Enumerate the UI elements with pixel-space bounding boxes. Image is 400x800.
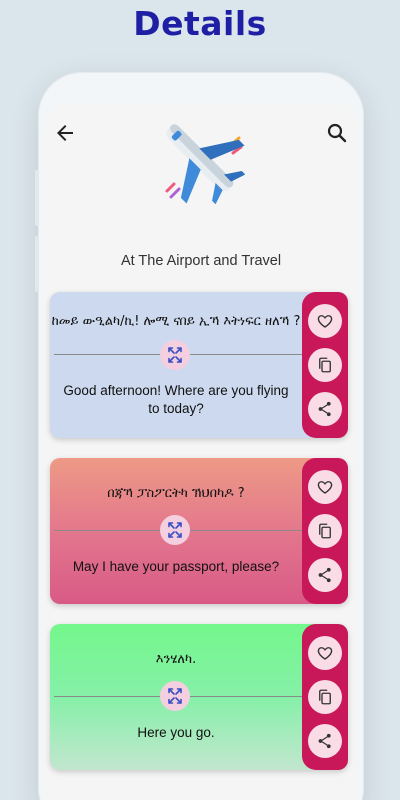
phrase-card: እንሄለካ. Here you go.: [50, 624, 348, 770]
swap-button[interactable]: [160, 515, 190, 545]
native-phrase: ከመይ ውዒልካ/ኪ! ሎሚ ናበይ ኢኻ እትነፍር ዘለኻ ?: [51, 314, 301, 329]
card-actions: [302, 624, 348, 770]
native-phrase: እንሄለካ.: [155, 652, 197, 667]
phrase-card-body: ከመይ ውዒልካ/ኪ! ሎሚ ናበይ ኢኻ እትነፍር ዘለኻ ? Good a…: [50, 292, 302, 438]
heart-icon: [317, 481, 333, 494]
copy-icon: [319, 689, 331, 705]
phrase-card: በጃኻ ፓስፖርትካ ኽህበካዶ ? May I have your passp…: [50, 458, 348, 604]
share-icon: [318, 733, 331, 749]
favorite-button[interactable]: [308, 470, 342, 504]
back-button[interactable]: [53, 121, 77, 145]
arrow-left-icon: [57, 125, 73, 141]
swap-button[interactable]: [160, 340, 190, 370]
swap-icon: [168, 688, 182, 704]
share-button[interactable]: [308, 558, 342, 592]
english-phrase: Here you go.: [137, 725, 215, 740]
search-icon: [327, 123, 347, 143]
search-button[interactable]: [325, 121, 349, 145]
copy-button[interactable]: [308, 514, 342, 548]
copy-button[interactable]: [308, 348, 342, 382]
english-phrase: May I have your passport, please?: [72, 559, 280, 574]
card-actions: [302, 292, 348, 438]
share-icon: [318, 567, 331, 583]
share-icon: [318, 401, 331, 417]
airplane-icon: [155, 111, 246, 206]
swap-icon: [168, 347, 182, 363]
phone-side-button: [35, 236, 39, 292]
phrase-card-body: በጃኻ ፓስፖርትካ ኽህበካዶ ? May I have your passp…: [50, 458, 302, 604]
phrase-card-body: እንሄለካ. Here you go.: [50, 624, 302, 770]
copy-icon: [319, 357, 331, 373]
favorite-button[interactable]: [308, 304, 342, 338]
page-title: Details: [133, 4, 267, 43]
heart-icon: [317, 315, 333, 328]
share-button[interactable]: [308, 724, 342, 758]
card-actions: [302, 458, 348, 604]
copy-button[interactable]: [308, 680, 342, 714]
swap-button[interactable]: [160, 681, 190, 711]
heart-icon: [317, 647, 333, 660]
native-phrase: በጃኻ ፓስፖርትካ ኽህበካዶ ?: [107, 486, 245, 501]
app-screen: At The Airport and Travel ከመይ ውዒልካ/ኪ! ሎሚ…: [45, 103, 357, 800]
category-title: At The Airport and Travel: [120, 253, 282, 269]
share-button[interactable]: [308, 392, 342, 426]
english-phrase: Good afternoon! Where are you flying to …: [63, 383, 289, 416]
swap-icon: [168, 522, 182, 538]
phrase-card: ከመይ ውዒልካ/ኪ! ሎሚ ናበይ ኢኻ እትነፍር ዘለኻ ? Good a…: [50, 292, 348, 438]
favorite-button[interactable]: [308, 636, 342, 670]
copy-icon: [319, 523, 331, 539]
phone-side-button: [35, 170, 39, 226]
